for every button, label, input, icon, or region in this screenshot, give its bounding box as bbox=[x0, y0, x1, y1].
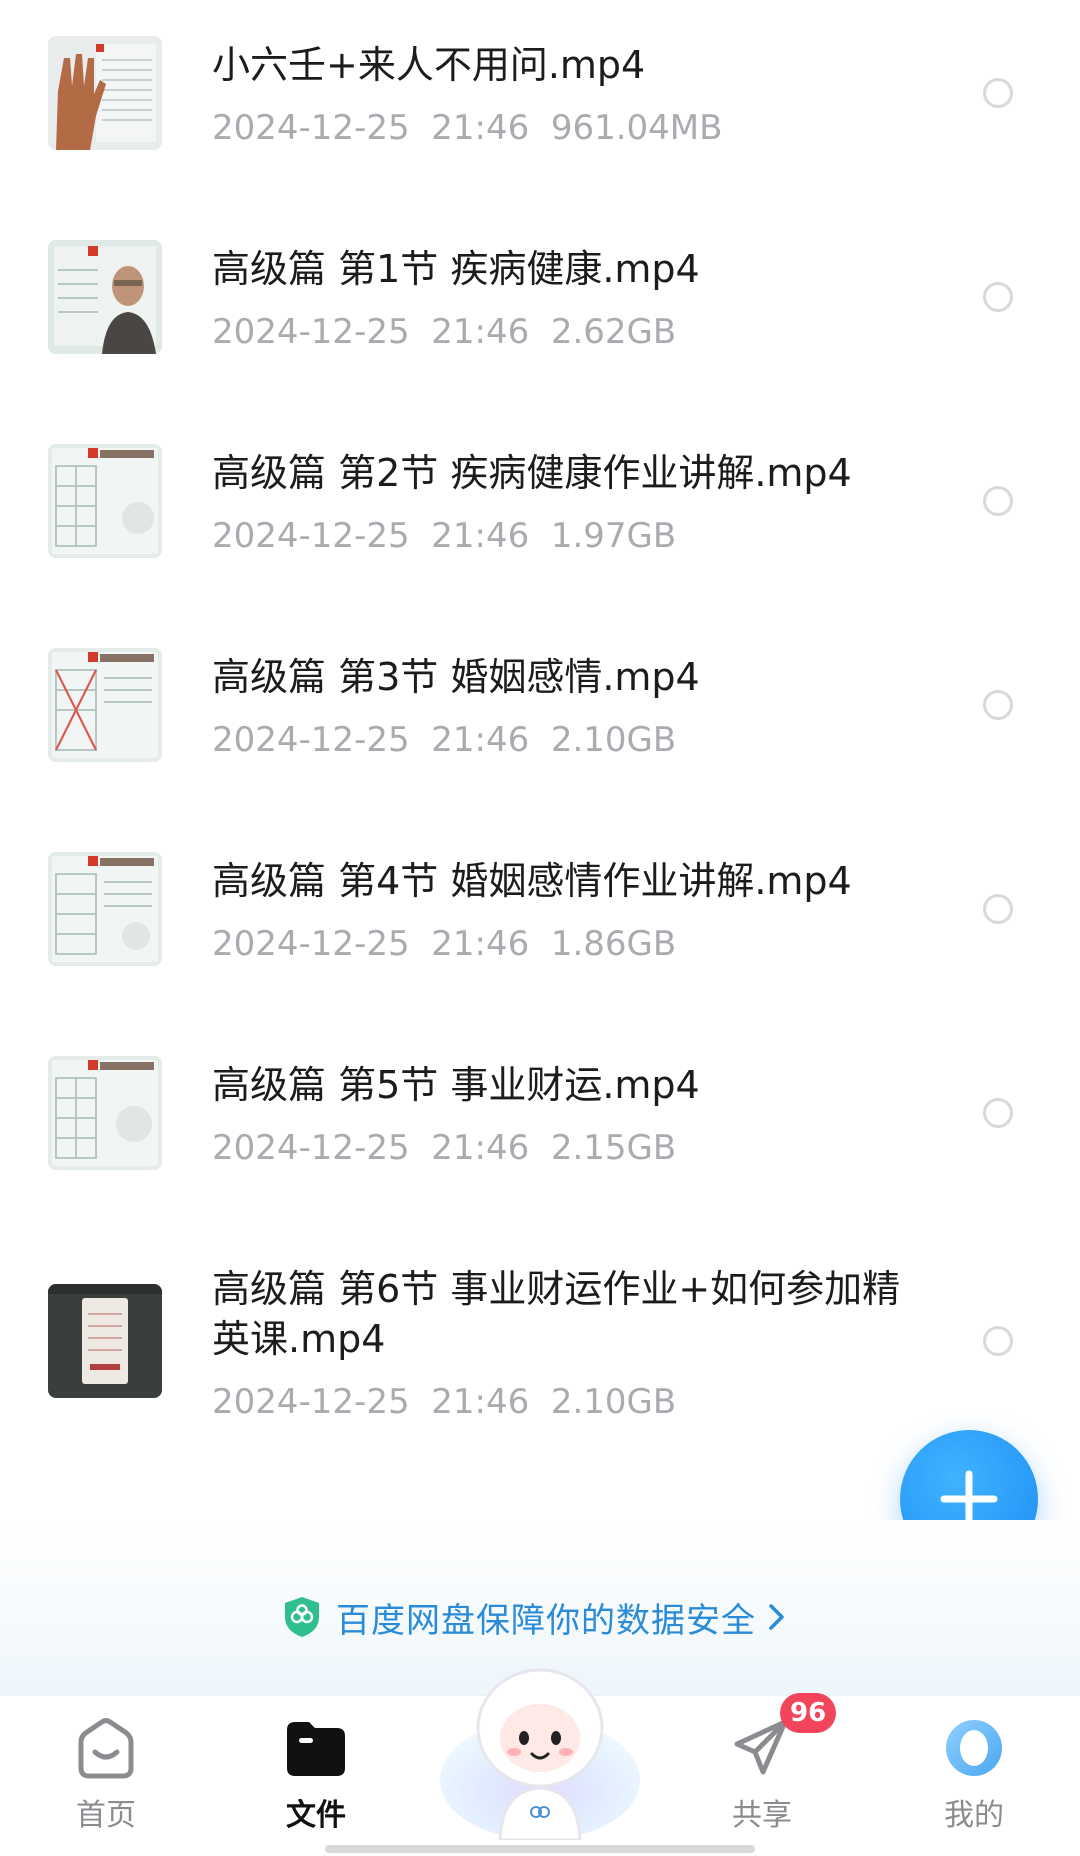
security-banner-text: 百度网盘保障你的数据安全 bbox=[336, 1600, 756, 1641]
video-thumbnail-slides bbox=[48, 648, 162, 762]
file-meta: 2024-12-25 21:46 2.62GB bbox=[212, 310, 676, 354]
file-name: 高级篇 第2节 疾病健康作业讲解.mp4 bbox=[212, 451, 852, 495]
select-radio[interactable] bbox=[983, 486, 1013, 516]
file-date: 2024-12-25 bbox=[212, 516, 410, 556]
file-size: 2.15GB bbox=[550, 1128, 677, 1168]
file-time: 21:46 bbox=[431, 108, 530, 148]
file-date: 2024-12-25 bbox=[212, 1382, 410, 1422]
tab-me[interactable]: 我的 bbox=[904, 1716, 1044, 1836]
file-meta: 2024-12-25 21:46 1.86GB bbox=[212, 922, 676, 966]
folder-icon bbox=[287, 1722, 345, 1776]
file-name: 高级篇 第6节 事业财运作业+如何参加精英课.mp4 bbox=[212, 1267, 901, 1361]
video-thumbnail-hand bbox=[48, 36, 162, 150]
file-meta: 2024-12-25 21:46 2.15GB bbox=[212, 1126, 676, 1170]
select-radio[interactable] bbox=[983, 894, 1013, 924]
file-date: 2024-12-25 bbox=[212, 720, 410, 760]
file-name: 高级篇 第4节 婚姻感情作业讲解.mp4 bbox=[212, 859, 852, 903]
video-thumbnail-lecturer bbox=[48, 240, 162, 354]
file-size: 1.97GB bbox=[550, 516, 677, 556]
tab-home[interactable]: 首页 bbox=[36, 1716, 176, 1836]
file-date: 2024-12-25 bbox=[212, 924, 410, 964]
tab-files[interactable]: 文件 bbox=[246, 1716, 386, 1836]
file-name: 高级篇 第3节 婚姻感情.mp4 bbox=[212, 655, 700, 699]
file-date: 2024-12-25 bbox=[212, 1128, 410, 1168]
file-time: 21:46 bbox=[431, 312, 530, 352]
video-thumbnail-slides bbox=[48, 1056, 162, 1170]
file-date: 2024-12-25 bbox=[212, 108, 410, 148]
file-row[interactable]: 高级篇 第4节 婚姻感情作业讲解.mp4 2024-12-25 21:46 1.… bbox=[0, 816, 1080, 1020]
tab-share[interactable]: 共享 bbox=[692, 1716, 832, 1836]
file-time: 21:46 bbox=[431, 1128, 530, 1168]
select-radio[interactable] bbox=[983, 78, 1013, 108]
video-thumbnail-slides bbox=[48, 444, 162, 558]
share-badge: 96 bbox=[780, 1693, 837, 1733]
select-radio[interactable] bbox=[983, 1098, 1013, 1128]
file-meta: 2024-12-25 21:46 2.10GB bbox=[212, 1380, 676, 1424]
select-radio[interactable] bbox=[983, 282, 1013, 312]
file-row[interactable]: 高级篇 第6节 事业财运作业+如何参加精英课.mp4 2024-12-25 21… bbox=[0, 1224, 1080, 1454]
video-thumbnail-screen bbox=[48, 1284, 162, 1398]
file-size: 1.86GB bbox=[550, 924, 677, 964]
tab-label: 首页 bbox=[76, 1798, 136, 1833]
file-row[interactable]: 高级篇 第1节 疾病健康.mp4 2024-12-25 21:46 2.62GB bbox=[0, 204, 1080, 408]
file-size: 2.62GB bbox=[550, 312, 677, 352]
file-time: 21:46 bbox=[431, 1382, 530, 1422]
file-row[interactable]: 高级篇 第5节 事业财运.mp4 2024-12-25 21:46 2.15GB bbox=[0, 1020, 1080, 1224]
file-browser-screen: 小六壬+来人不用问.mp4 2024-12-25 21:46 961.04MB bbox=[0, 0, 1080, 1856]
chevron-right-icon bbox=[769, 1604, 784, 1630]
file-row[interactable]: 高级篇 第3节 婚姻感情.mp4 2024-12-25 21:46 2.10GB bbox=[0, 612, 1080, 816]
mascot-icon bbox=[440, 1668, 640, 1842]
mascot-button[interactable] bbox=[430, 1640, 650, 1842]
security-banner-content[interactable]: 百度网盘保障你的数据安全 bbox=[282, 1592, 788, 1642]
file-date: 2024-12-25 bbox=[212, 312, 410, 352]
file-meta: 2024-12-25 21:46 1.97GB bbox=[212, 514, 676, 558]
select-radio[interactable] bbox=[983, 1326, 1013, 1356]
tab-label: 共享 bbox=[732, 1798, 792, 1833]
file-name: 小六壬+来人不用问.mp4 bbox=[212, 43, 646, 87]
file-meta: 2024-12-25 21:46 2.10GB bbox=[212, 718, 676, 762]
tab-label: 我的 bbox=[944, 1798, 1004, 1833]
home-icon bbox=[78, 1718, 134, 1779]
video-thumbnail-slides bbox=[48, 852, 162, 966]
home-indicator bbox=[325, 1845, 755, 1853]
shield-icon bbox=[285, 1597, 319, 1637]
file-meta: 2024-12-25 21:46 961.04MB bbox=[212, 106, 722, 150]
file-size: 2.10GB bbox=[550, 1382, 677, 1422]
file-name: 高级篇 第5节 事业财运.mp4 bbox=[212, 1063, 700, 1107]
profile-icon bbox=[946, 1720, 1002, 1776]
tab-label: 文件 bbox=[286, 1798, 346, 1833]
file-time: 21:46 bbox=[431, 720, 530, 760]
file-name: 高级篇 第1节 疾病健康.mp4 bbox=[212, 247, 700, 291]
file-time: 21:46 bbox=[431, 924, 530, 964]
file-size: 961.04MB bbox=[550, 108, 723, 148]
file-row[interactable]: 小六壬+来人不用问.mp4 2024-12-25 21:46 961.04MB bbox=[0, 0, 1080, 204]
file-row[interactable]: 高级篇 第2节 疾病健康作业讲解.mp4 2024-12-25 21:46 1.… bbox=[0, 408, 1080, 612]
select-radio[interactable] bbox=[983, 690, 1013, 720]
file-size: 2.10GB bbox=[550, 720, 677, 760]
file-time: 21:46 bbox=[431, 516, 530, 556]
